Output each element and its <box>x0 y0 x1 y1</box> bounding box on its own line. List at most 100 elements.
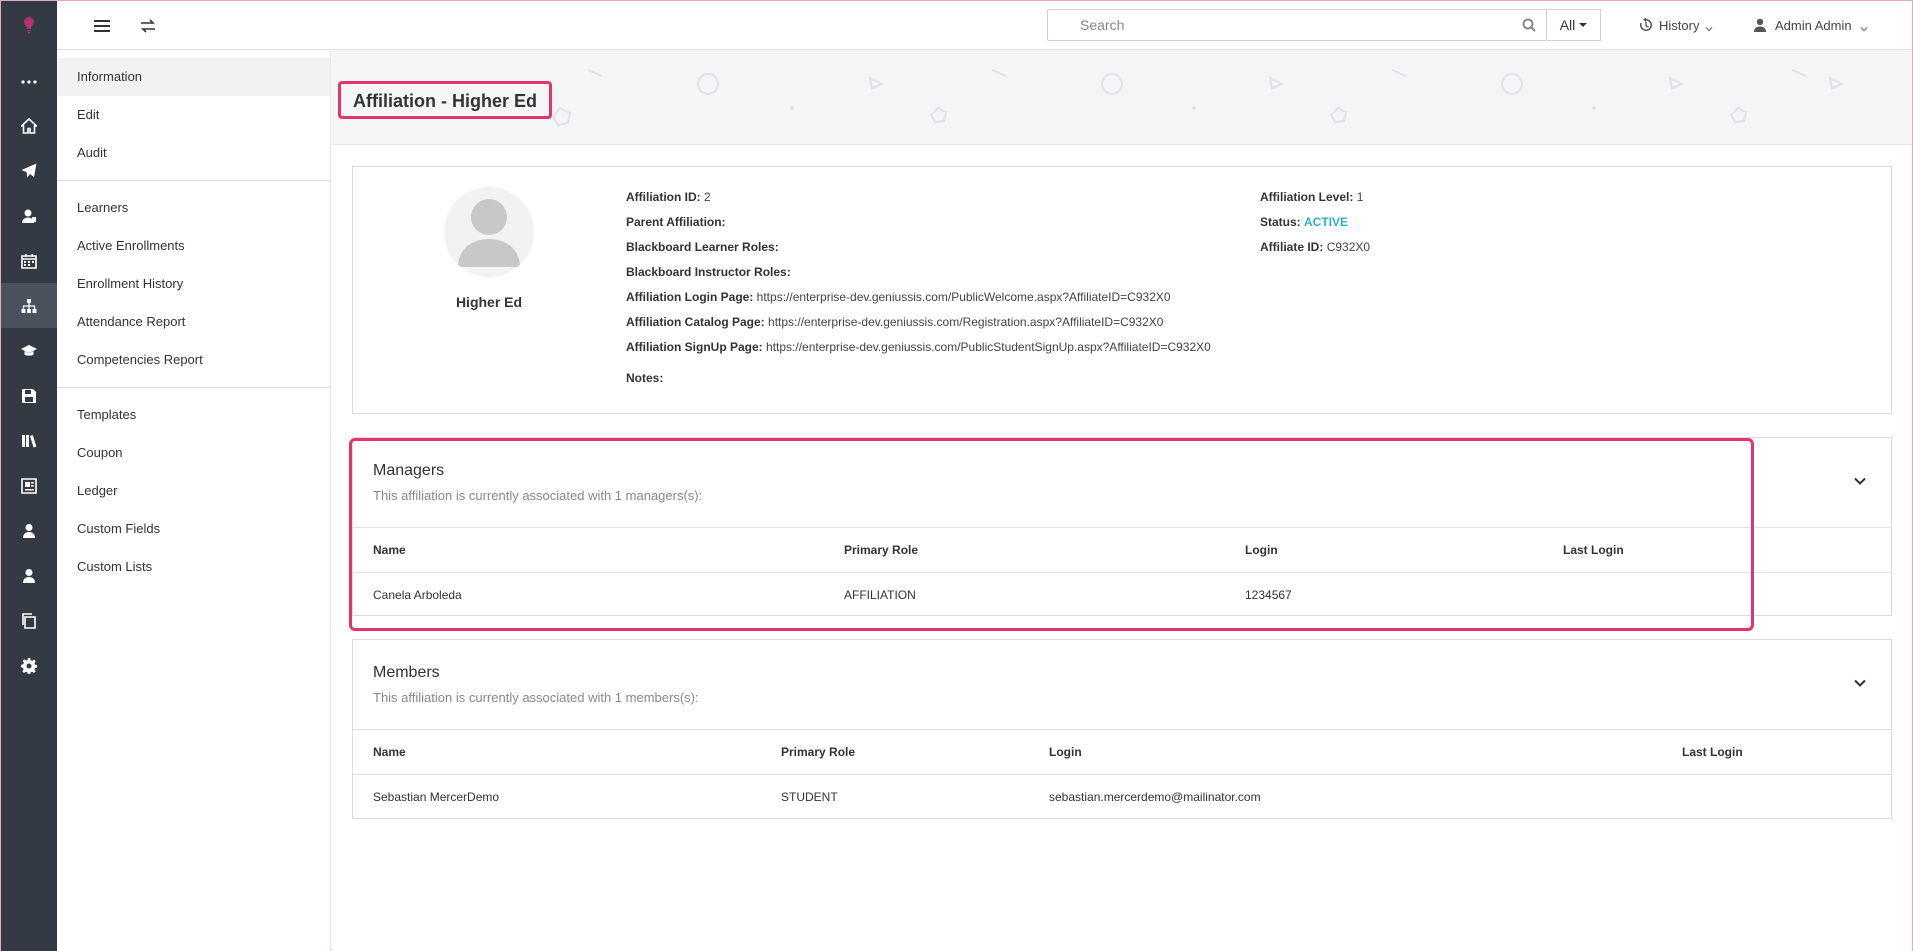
affiliation-name: Higher Ed <box>455 294 523 310</box>
sidebar-group-general: Information Edit Audit <box>57 50 330 181</box>
column-login[interactable]: Login <box>1245 543 1278 557</box>
managers-header: Managers This affiliation is currently a… <box>373 462 702 503</box>
field-blackboard-instructor-roles: Blackboard Instructor Roles: <box>626 265 791 279</box>
home-icon[interactable] <box>1 103 57 148</box>
field-affiliation-id: Affiliation ID: 2 <box>626 190 711 204</box>
members-title: Members <box>373 664 440 681</box>
managers-panel: Managers This affiliation is currently a… <box>352 437 1892 616</box>
chevron-down-icon <box>1705 21 1713 32</box>
sidebar-item-edit[interactable]: Edit <box>57 96 330 134</box>
default-user-avatar-icon <box>458 199 520 267</box>
members-subtitle: This affiliation is currently associated… <box>373 690 699 705</box>
sidebar-item-active-enrollments[interactable]: Active Enrollments <box>57 227 330 265</box>
user-graduate-icon[interactable] <box>1 193 57 238</box>
members-table-header: Name Primary Role Login Last Login <box>353 729 1891 774</box>
sidebar-item-learners[interactable]: Learners <box>57 189 330 227</box>
banner-pattern <box>473 69 1845 127</box>
caret-down-icon <box>1579 23 1588 27</box>
field-blackboard-learner-roles: Blackboard Learner Roles: <box>626 240 779 254</box>
field-login-page: Affiliation Login Page: https://enterpri… <box>626 290 1171 304</box>
sidebar-item-attendance-report[interactable]: Attendance Report <box>57 303 330 341</box>
search-input[interactable] <box>1048 10 1512 40</box>
sidebar-group-reports: Learners Active Enrollments Enrollment H… <box>57 181 330 388</box>
member-role: STUDENT <box>781 790 838 804</box>
save-icon[interactable] <box>1 373 57 418</box>
more-icon[interactable] <box>1 59 57 104</box>
field-notes: Notes: <box>626 371 664 385</box>
login-page-url[interactable]: https://enterprise-dev.geniussis.com/Pub… <box>757 290 1171 304</box>
search-scope-value: All <box>1559 17 1576 33</box>
field-parent-affiliation: Parent Affiliation: <box>626 215 726 229</box>
chevron-down-icon[interactable] <box>1853 676 1867 690</box>
column-primary-role[interactable]: Primary Role <box>844 543 918 557</box>
column-name[interactable]: Name <box>373 543 406 557</box>
chevron-down-icon[interactable] <box>1853 474 1867 488</box>
search-box <box>1047 9 1547 41</box>
section-sidebar: Information Edit Audit Learners Active E… <box>57 50 331 951</box>
hamburger-menu-icon[interactable] <box>89 13 115 39</box>
page-banner: Affiliation - Higher Ed <box>332 50 1912 145</box>
history-icon <box>1639 18 1652 31</box>
user-tie-icon[interactable] <box>1 508 57 553</box>
column-login[interactable]: Login <box>1049 745 1082 759</box>
managers-table-header: Name Primary Role Login Last Login <box>353 527 1891 572</box>
catalog-page-url[interactable]: https://enterprise-dev.geniussis.com/Reg… <box>768 315 1163 329</box>
column-primary-role[interactable]: Primary Role <box>781 745 855 759</box>
icon-rail <box>1 1 57 951</box>
user-menu[interactable]: Admin Admin <box>1753 15 1868 35</box>
column-last-login[interactable]: Last Login <box>1682 745 1743 759</box>
field-signup-page: Affiliation SignUp Page: https://enterpr… <box>626 340 1211 354</box>
paper-plane-icon[interactable] <box>1 148 57 193</box>
user-tie-icon[interactable] <box>1 553 57 598</box>
members-header: Members This affiliation is currently as… <box>373 664 699 705</box>
sitemap-icon[interactable] <box>1 283 57 328</box>
affiliation-details-secondary: Affiliation Level: 1 Status: ACTIVE Affi… <box>1260 189 1660 264</box>
field-affiliation-level: Affiliation Level: 1 <box>1260 190 1364 204</box>
managers-title: Managers <box>373 462 445 479</box>
affiliation-details: Affiliation ID: 2 Parent Affiliation: Bl… <box>626 189 1256 395</box>
managers-subtitle: This affiliation is currently associated… <box>373 488 703 503</box>
sidebar-item-coupon[interactable]: Coupon <box>57 434 330 472</box>
sidebar-item-information[interactable]: Information <box>57 58 330 96</box>
search-scope-dropdown[interactable]: All <box>1547 9 1601 41</box>
sidebar-item-enrollment-history[interactable]: Enrollment History <box>57 265 330 303</box>
gear-icon[interactable] <box>1 643 57 688</box>
main-content: Affiliation - Higher Ed Higher Ed Affili… <box>332 50 1912 951</box>
members-panel: Members This affiliation is currently as… <box>352 639 1892 819</box>
sidebar-item-templates[interactable]: Templates <box>57 396 330 434</box>
field-status: Status: ACTIVE <box>1260 215 1349 229</box>
search-icon[interactable] <box>1522 18 1536 32</box>
status-badge: ACTIVE <box>1304 215 1349 229</box>
table-row[interactable]: Canela Arboleda AFFILIATION 1234567 <box>353 572 1891 617</box>
column-last-login[interactable]: Last Login <box>1563 543 1624 557</box>
graduation-cap-icon[interactable] <box>1 328 57 373</box>
report-icon[interactable] <box>1 463 57 508</box>
signup-page-url[interactable]: https://enterprise-dev.geniussis.com/Pub… <box>766 340 1211 354</box>
sidebar-item-competencies-report[interactable]: Competencies Report <box>57 341 330 379</box>
sidebar-item-custom-fields[interactable]: Custom Fields <box>57 510 330 548</box>
history-menu[interactable]: History <box>1639 15 1713 35</box>
sidebar-group-settings: Templates Coupon Ledger Custom Fields Cu… <box>57 388 330 594</box>
table-row[interactable]: Sebastian MercerDemo STUDENT sebastian.m… <box>353 774 1891 819</box>
sidebar-item-audit[interactable]: Audit <box>57 134 330 172</box>
copy-icon[interactable] <box>1 598 57 643</box>
sidebar-item-ledger[interactable]: Ledger <box>57 472 330 510</box>
books-icon[interactable] <box>1 418 57 463</box>
column-name[interactable]: Name <box>373 745 406 759</box>
affiliation-info-card: Higher Ed Affiliation ID: 2 Parent Affil… <box>352 166 1892 414</box>
user-name: Admin Admin <box>1775 17 1852 33</box>
page-title: Affiliation - Higher Ed <box>338 81 552 119</box>
member-name: Sebastian MercerDemo <box>373 790 500 804</box>
switch-arrows-icon[interactable] <box>135 13 161 39</box>
sidebar-item-custom-lists[interactable]: Custom Lists <box>57 548 330 586</box>
manager-role: AFFILIATION <box>844 588 916 602</box>
history-label: History <box>1659 17 1700 33</box>
member-login: sebastian.mercerdemo@mailinator.com <box>1049 790 1261 804</box>
manager-login: 1234567 <box>1245 588 1292 602</box>
chevron-down-icon <box>1860 21 1868 32</box>
field-catalog-page: Affiliation Catalog Page: https://enterp… <box>626 315 1164 329</box>
calendar-icon[interactable] <box>1 238 57 283</box>
logo-icon[interactable] <box>1 3 57 48</box>
manager-name: Canela Arboleda <box>373 588 462 602</box>
user-icon <box>1754 18 1766 32</box>
